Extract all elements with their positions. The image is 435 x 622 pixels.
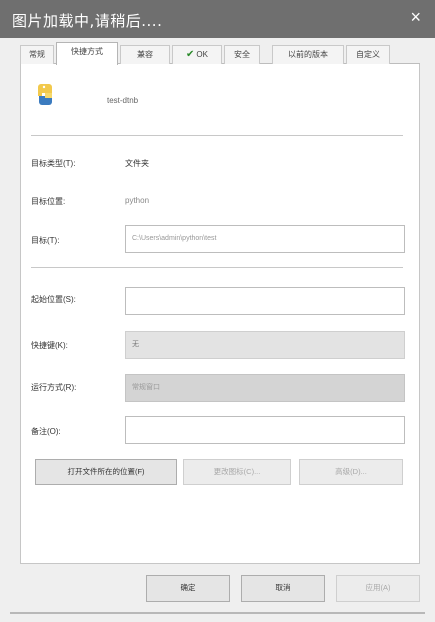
tab-customize-label: 自定义 [356, 50, 380, 59]
comment-input[interactable] [125, 416, 405, 444]
tab-general[interactable]: 常规 [20, 45, 54, 64]
target-type-value: 文件夹 [125, 159, 149, 168]
comment-label: 备注(O): [31, 427, 61, 436]
divider [31, 135, 403, 136]
tab-general-label: 常规 [29, 50, 45, 59]
tab-ok[interactable]: ✔ OK [172, 45, 222, 64]
divider [31, 267, 403, 268]
run-label: 运行方式(R): [31, 383, 77, 392]
change-icon-button[interactable]: 更改图标(C)... [183, 459, 291, 485]
target-type-label: 目标类型(T): [31, 159, 76, 168]
close-icon[interactable]: × [410, 7, 421, 28]
tab-compatibility[interactable]: 兼容 [120, 45, 170, 64]
tab-security-label: 安全 [234, 50, 250, 59]
loading-overlay-bar: 图片加载中,请稍后.... × [0, 0, 435, 38]
cancel-button[interactable]: 取消 [241, 575, 325, 602]
target-input[interactable]: C:\Users\admin\python\test [125, 225, 405, 253]
shortcut-key-label: 快捷键(K): [31, 341, 68, 350]
tab-previous-versions[interactable]: 以前的版本 [272, 45, 344, 64]
tab-ok-label: OK [196, 50, 208, 59]
apply-button[interactable]: 应用(A) [336, 575, 420, 602]
tab-previous-versions-label: 以前的版本 [288, 50, 328, 59]
start-in-input[interactable] [125, 287, 405, 315]
window-bottom-edge [10, 612, 425, 614]
tab-customize[interactable]: 自定义 [346, 45, 390, 64]
properties-dialog: 图片加载中,请稍后.... × 常规 快捷方式 兼容 ✔ OK 安全 以前的版本 … [0, 0, 435, 622]
tab-bar: 常规 快捷方式 兼容 ✔ OK 安全 以前的版本 自定义 [20, 42, 420, 65]
target-label: 目标(T): [31, 236, 60, 245]
python-icon [38, 84, 52, 105]
run-select[interactable]: 常规窗口 [125, 374, 405, 402]
target-location-label: 目标位置: [31, 197, 66, 206]
open-file-location-button[interactable]: 打开文件所在的位置(F) [35, 459, 177, 485]
advanced-button[interactable]: 高级(D)... [299, 459, 403, 485]
start-in-label: 起始位置(S): [31, 295, 76, 304]
tab-shortcut[interactable]: 快捷方式 [56, 42, 118, 65]
target-location-value: python [125, 196, 150, 205]
tab-security[interactable]: 安全 [224, 45, 260, 64]
tab-shortcut-label: 快捷方式 [71, 47, 103, 56]
shortcut-panel: test-dtnb 目标类型(T): 文件夹 目标位置: python 目标(T… [20, 64, 420, 564]
ok-button[interactable]: 确定 [146, 575, 230, 602]
shortcut-name: test-dtnb [107, 96, 139, 105]
check-icon: ✔ [186, 49, 195, 60]
loading-text: 图片加载中,请稍后.... [12, 12, 163, 30]
tab-compatibility-label: 兼容 [137, 50, 153, 59]
shortcut-key-input[interactable]: 无 [125, 331, 405, 359]
